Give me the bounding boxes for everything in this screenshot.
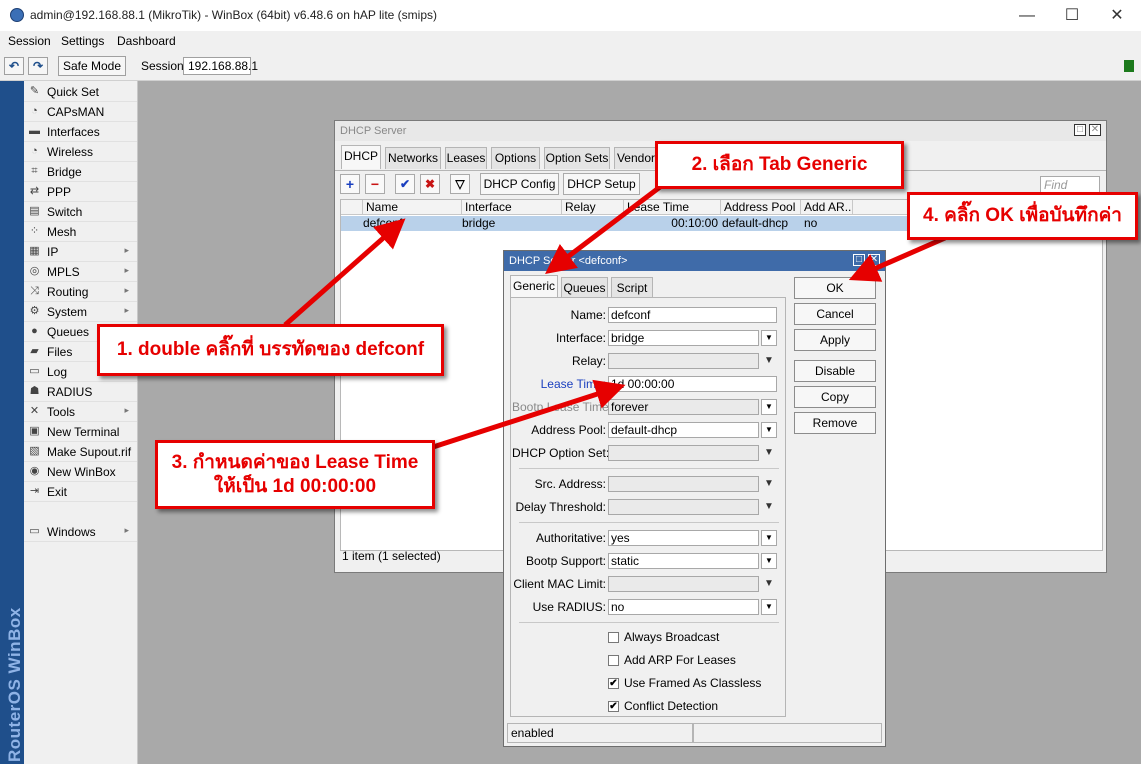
annotation-step3-line1: 3. กำหนดค่าของ Lease Time [171, 452, 419, 473]
arrow-step3 [429, 379, 626, 451]
annotation-step3: 3. กำหนดค่าของ Lease Time ให้เป็น 1d 00:… [155, 440, 435, 509]
annotation-step3-line2: ให้เป็น 1d 00:00:00 [213, 476, 377, 497]
arrow-step1 [283, 218, 406, 327]
annotation-step1: 1. double คลิ๊กที่ บรรทัดของ defconf [97, 324, 444, 376]
arrow-step4 [848, 235, 947, 282]
annotation-step4: 4. คลิ๊ก OK เพื่อบันทึกค่า [907, 192, 1138, 240]
annotation-arrows [283, 185, 947, 451]
arrow-step2 [545, 185, 662, 275]
annotation-step2: 2. เลือก Tab Generic [655, 141, 904, 189]
